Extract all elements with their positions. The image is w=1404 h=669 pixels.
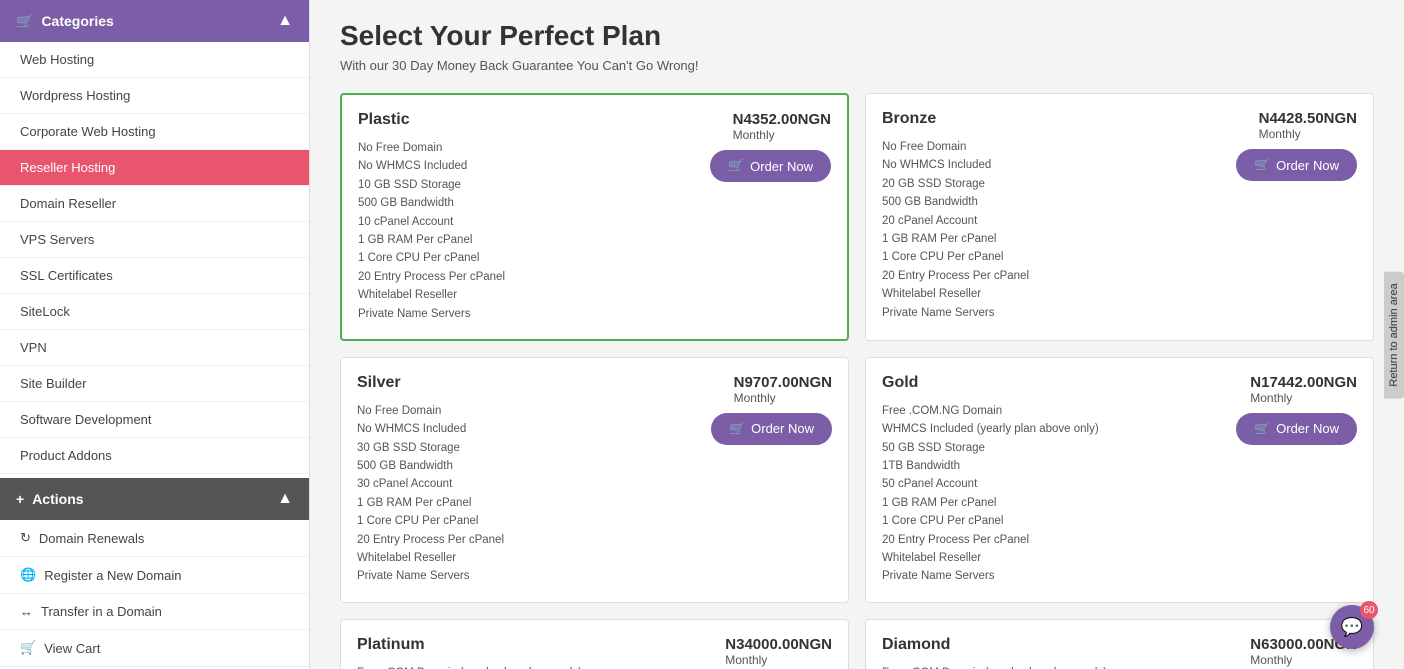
plan-card-gold: Gold Free .COM.NG Domain WHMCS Included … [865, 357, 1374, 603]
plan-card-silver: Silver No Free Domain No WHMCS Included … [340, 357, 849, 603]
return-label: Return to admin area [1388, 283, 1400, 386]
chat-icon: 💬 [1341, 617, 1363, 638]
sidebar-item-wordpress-hosting[interactable]: Wordpress Hosting [0, 78, 309, 114]
page-subtitle: With our 30 Day Money Back Guarantee You… [340, 58, 1374, 73]
plan-price: N4352.00NGN Monthly [733, 111, 831, 142]
action-view-cart[interactable]: 🛒 View Cart [0, 630, 309, 667]
plan-features: Free .COM.NG Domain WHMCS Included (year… [882, 402, 1099, 586]
cart-icon-action: 🛒 [20, 640, 36, 656]
cart-icon-btn: 🛒 [1254, 157, 1270, 173]
plan-right: N34000.00NGN Monthly 🛒 Order Now [702, 636, 832, 669]
sidebar-item-software-development[interactable]: Software Development [0, 402, 309, 438]
plan-left: Platinum Free .COM Domain (yearly plan a… [357, 636, 582, 669]
plan-features: No Free Domain No WHMCS Included 30 GB S… [357, 402, 504, 586]
actions-header[interactable]: + Actions ▲ [0, 478, 309, 520]
plan-price: N34000.00NGN Monthly [725, 636, 832, 667]
cart-icon-btn: 🛒 [1254, 421, 1270, 437]
sidebar-item-vpn[interactable]: VPN [0, 330, 309, 366]
cart-icon-btn: 🛒 [729, 421, 745, 437]
plan-right: N9707.00NGN Monthly 🛒 Order Now [702, 374, 832, 445]
chevron-up-icon: ▲ [277, 12, 293, 30]
chat-bubble[interactable]: 💬 60 [1330, 605, 1374, 649]
sidebar-item-vps-servers[interactable]: VPS Servers [0, 222, 309, 258]
order-now-button-bronze[interactable]: 🛒 Order Now [1236, 149, 1357, 181]
plans-grid: Plastic No Free Domain No WHMCS Included… [340, 93, 1374, 669]
sidebar-item-ssl-certificates[interactable]: SSL Certificates [0, 258, 309, 294]
plan-right: N4428.50NGN Monthly 🛒 Order Now [1227, 110, 1357, 181]
plan-right: N17442.00NGN Monthly 🛒 Order Now [1227, 374, 1357, 445]
sidebar-actions: ↻ Domain Renewals 🌐 Register a New Domai… [0, 520, 309, 667]
plan-features: Free .COM Domain (yearly plan above only… [882, 664, 1107, 669]
return-to-admin[interactable]: Return to admin area [1384, 271, 1404, 398]
sidebar-item-corporate-web-hosting[interactable]: Corporate Web Hosting [0, 114, 309, 150]
transfer-icon: ↔ [20, 604, 33, 619]
plan-name: Plastic [358, 111, 505, 129]
sidebar-nav: Web Hosting Wordpress Hosting Corporate … [0, 42, 309, 474]
categories-label: Categories [41, 13, 113, 29]
page-title: Select Your Perfect Plan [340, 20, 1374, 52]
plan-features: Free .COM Domain (yearly plan above only… [357, 664, 582, 669]
actions-label: Actions [32, 491, 83, 507]
action-label: Transfer in a Domain [41, 604, 162, 619]
renewal-icon: ↻ [20, 530, 31, 546]
plan-name: Diamond [882, 636, 1107, 654]
action-transfer-domain[interactable]: ↔ Transfer in a Domain [0, 594, 309, 630]
action-domain-renewals[interactable]: ↻ Domain Renewals [0, 520, 309, 557]
plan-features: No Free Domain No WHMCS Included 10 GB S… [358, 139, 505, 323]
plan-card-bronze: Bronze No Free Domain No WHMCS Included … [865, 93, 1374, 341]
plan-left: Silver No Free Domain No WHMCS Included … [357, 374, 504, 586]
plan-right: N4352.00NGN Monthly 🛒 Order Now [701, 111, 831, 182]
plan-name: Silver [357, 374, 504, 392]
plan-card-plastic: Plastic No Free Domain No WHMCS Included… [340, 93, 849, 341]
plan-price: N17442.00NGN Monthly [1250, 374, 1357, 405]
plan-name: Gold [882, 374, 1099, 392]
plan-price: N4428.50NGN Monthly [1259, 110, 1357, 141]
sidebar-item-site-builder[interactable]: Site Builder [0, 366, 309, 402]
action-label: View Cart [44, 641, 100, 656]
sidebar-item-product-addons[interactable]: Product Addons [0, 438, 309, 474]
order-now-button-silver[interactable]: 🛒 Order Now [711, 413, 832, 445]
action-register-domain[interactable]: 🌐 Register a New Domain [0, 557, 309, 594]
sidebar-item-domain-reseller[interactable]: Domain Reseller [0, 186, 309, 222]
cart-icon: 🛒 [16, 13, 33, 30]
categories-header[interactable]: 🛒 Categories ▲ [0, 0, 309, 42]
plan-features: No Free Domain No WHMCS Included 20 GB S… [882, 138, 1029, 322]
chevron-up-icon-actions: ▲ [277, 490, 293, 508]
action-label: Domain Renewals [39, 531, 145, 546]
order-now-button-gold[interactable]: 🛒 Order Now [1236, 413, 1357, 445]
plan-left: Gold Free .COM.NG Domain WHMCS Included … [882, 374, 1099, 586]
plan-left: Diamond Free .COM Domain (yearly plan ab… [882, 636, 1107, 669]
plan-card-platinum: Platinum Free .COM Domain (yearly plan a… [340, 619, 849, 669]
sidebar-item-sitelock[interactable]: SiteLock [0, 294, 309, 330]
plan-name: Bronze [882, 110, 1029, 128]
sidebar-item-reseller-hosting[interactable]: Reseller Hosting [0, 150, 309, 186]
plan-card-diamond: Diamond Free .COM Domain (yearly plan ab… [865, 619, 1374, 669]
plan-left: Plastic No Free Domain No WHMCS Included… [358, 111, 505, 323]
plan-price: N9707.00NGN Monthly [734, 374, 832, 405]
sidebar-item-web-hosting[interactable]: Web Hosting [0, 42, 309, 78]
sidebar: 🛒 Categories ▲ Web Hosting Wordpress Hos… [0, 0, 310, 669]
plan-name: Platinum [357, 636, 582, 654]
plan-left: Bronze No Free Domain No WHMCS Included … [882, 110, 1029, 322]
order-now-button-plastic[interactable]: 🛒 Order Now [710, 150, 831, 182]
action-label: Register a New Domain [44, 568, 181, 583]
main-content: Select Your Perfect Plan With our 30 Day… [310, 0, 1404, 669]
plus-icon: + [16, 491, 24, 507]
globe-icon: 🌐 [20, 567, 36, 583]
cart-icon-btn: 🛒 [728, 158, 744, 174]
chat-badge: 60 [1360, 601, 1378, 619]
